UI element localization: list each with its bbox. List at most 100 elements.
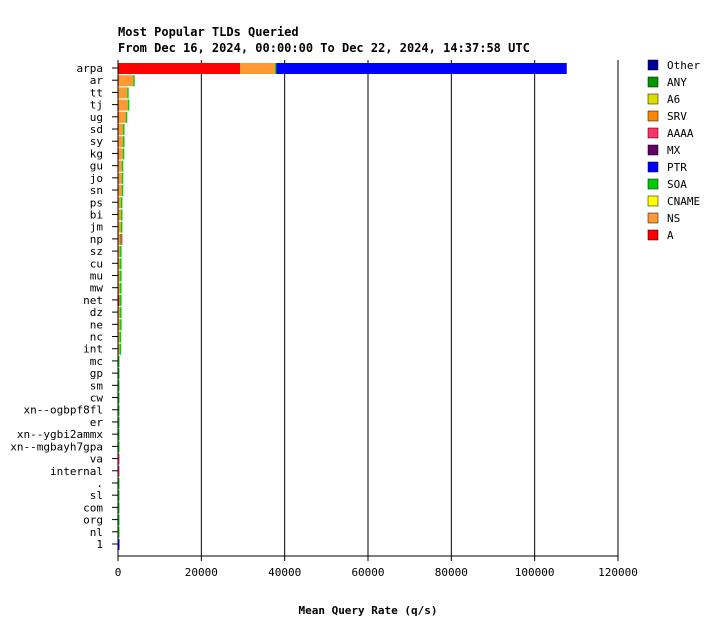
x-tick-label: 40000 bbox=[268, 566, 301, 579]
y-tick-label: cu bbox=[90, 257, 103, 270]
bar-segment-ns bbox=[118, 75, 134, 87]
legend-label: A bbox=[667, 229, 674, 242]
y-tick-label: mw bbox=[90, 282, 104, 295]
legend-label: A6 bbox=[667, 93, 680, 106]
y-tick-label: nl bbox=[90, 526, 103, 539]
legend-label: NS bbox=[667, 212, 680, 225]
bar-segment-soa bbox=[127, 87, 129, 99]
y-tick-label: tj bbox=[90, 99, 103, 112]
legend-swatch bbox=[647, 76, 659, 88]
legend-swatch bbox=[647, 161, 659, 173]
y-tick-label: ar bbox=[90, 74, 104, 87]
y-tick-label: mu bbox=[90, 269, 103, 282]
legend-swatch bbox=[647, 144, 659, 156]
bar-segment-ns bbox=[118, 319, 121, 331]
y-tick-label: int bbox=[83, 343, 103, 356]
bar-segment-ns bbox=[118, 185, 122, 197]
legend-swatch bbox=[647, 59, 659, 71]
legend-label: CNAME bbox=[667, 195, 700, 208]
bar-segment-soa bbox=[120, 294, 122, 306]
legend-label: SOA bbox=[667, 178, 687, 191]
bar-segment-soa bbox=[120, 282, 122, 294]
x-tick-label: 100000 bbox=[515, 566, 555, 579]
bar-segment-soa bbox=[123, 124, 125, 136]
x-axis-label: Mean Query Rate (q/s) bbox=[298, 604, 437, 617]
y-tick-label: bi bbox=[90, 208, 103, 221]
y-tick-label: com bbox=[83, 501, 103, 514]
bar-segment-ns bbox=[118, 87, 128, 99]
y-tick-label: org bbox=[83, 514, 103, 527]
y-tick-label: ne bbox=[90, 318, 103, 331]
bar-segment-soa bbox=[125, 111, 128, 123]
legend-swatch bbox=[647, 110, 659, 122]
bar-segment-soa bbox=[119, 343, 122, 355]
bar-segment-soa bbox=[121, 160, 124, 172]
bar-segment-ns bbox=[118, 160, 122, 172]
x-tick-label: 120000 bbox=[598, 566, 638, 579]
legend-label: ANY bbox=[667, 76, 687, 89]
y-tick-label: jm bbox=[90, 221, 104, 234]
legend-label: PTR bbox=[667, 161, 687, 174]
legend-swatch bbox=[647, 195, 659, 207]
legend-swatch bbox=[647, 212, 659, 224]
y-tick-label: internal bbox=[50, 465, 103, 478]
x-tick-label: 20000 bbox=[185, 566, 218, 579]
legend-label: SRV bbox=[667, 110, 687, 123]
bar-segment-soa bbox=[121, 172, 124, 184]
y-tick-label: va bbox=[90, 453, 103, 466]
bar-segment-soa bbox=[121, 185, 124, 197]
y-tick-label: gp bbox=[90, 367, 103, 380]
bar-segment-ns bbox=[118, 111, 126, 123]
bar-segment-ns bbox=[118, 172, 122, 184]
bar-segment-soa bbox=[120, 270, 122, 282]
y-tick-label: ug bbox=[90, 111, 103, 124]
y-tick-label: sz bbox=[90, 245, 103, 258]
bar-segment-soa bbox=[120, 319, 122, 331]
bar-segment-ns bbox=[118, 124, 123, 136]
bar-segment-ptr bbox=[276, 63, 567, 74]
bar-segment-soa bbox=[133, 75, 135, 87]
y-tick-label: jo bbox=[90, 172, 103, 185]
bar-segment-soa bbox=[120, 246, 122, 258]
y-tick-label: 1 bbox=[96, 538, 103, 551]
y-tick-label: sd bbox=[90, 123, 103, 136]
legend-label: Other bbox=[667, 59, 700, 72]
legend-label: AAAA bbox=[667, 127, 694, 140]
bar-segment-soa bbox=[122, 148, 125, 160]
y-tick-label: np bbox=[90, 233, 103, 246]
y-tick-label: ps bbox=[90, 196, 103, 209]
bar-segment-soa bbox=[119, 331, 122, 343]
y-tick-label: . bbox=[96, 477, 103, 490]
y-tick-label: gu bbox=[90, 160, 103, 173]
x-tick-label: 0 bbox=[115, 566, 122, 579]
y-tick-label: xn--mgbayh7gpa bbox=[10, 440, 103, 453]
legend-swatch bbox=[647, 229, 659, 241]
y-tick-label: cw bbox=[90, 392, 104, 405]
bar-segment-soa bbox=[120, 197, 123, 209]
bar-segment-ns bbox=[118, 99, 128, 111]
y-tick-label: mc bbox=[90, 355, 103, 368]
x-tick-label: 60000 bbox=[351, 566, 384, 579]
y-tick-label: sy bbox=[90, 135, 104, 148]
y-tick-label: er bbox=[90, 416, 104, 429]
bar-segment-a bbox=[118, 63, 241, 74]
y-tick-label: nc bbox=[90, 331, 103, 344]
y-tick-label: xn--ygbi2ammx bbox=[17, 428, 103, 441]
legend-label: MX bbox=[667, 144, 681, 157]
y-tick-label: arpa bbox=[77, 62, 104, 75]
y-tick-label: sm bbox=[90, 379, 104, 392]
y-tick-label: xn--ogbpf8fl bbox=[24, 404, 103, 417]
y-tick-label: sn bbox=[90, 184, 103, 197]
bar-segment-soa bbox=[127, 99, 130, 111]
legend-swatch bbox=[647, 127, 659, 139]
bar-segment-soa bbox=[120, 258, 122, 270]
y-tick-label: net bbox=[83, 294, 103, 307]
chart: 0 20000 40000 60000 80000 100000 120000 arpaar t… bbox=[10, 59, 700, 617]
x-tick-label: 80000 bbox=[435, 566, 468, 579]
bar-segment-soa bbox=[120, 221, 123, 233]
bar-segment-soa bbox=[120, 307, 122, 319]
bar-segment-aaaa bbox=[120, 233, 123, 245]
bar-segment-soa bbox=[120, 209, 123, 221]
legend-swatch bbox=[647, 178, 659, 190]
legend-swatch bbox=[647, 93, 659, 105]
